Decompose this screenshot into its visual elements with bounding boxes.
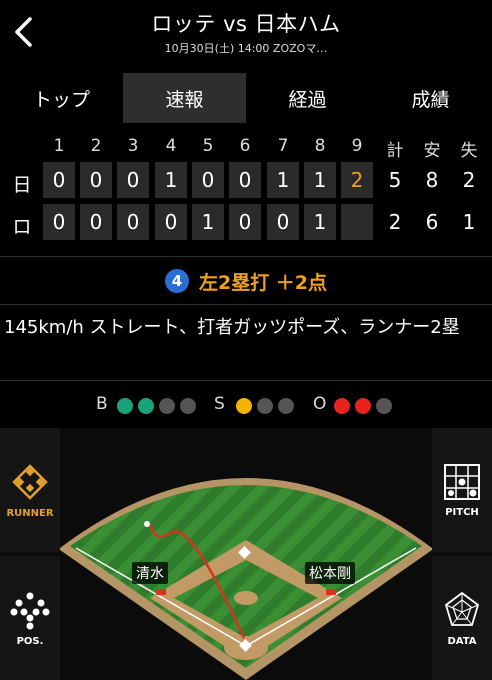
inning-score: 0 — [192, 162, 224, 198]
inning-header: 4 — [165, 136, 177, 156]
runner-label: RUNNER — [6, 507, 54, 519]
tab-bar: トップ 速報 経過 成績 — [0, 73, 492, 123]
runner-icon — [12, 463, 48, 500]
runner-button[interactable]: RUNNER — [0, 428, 60, 552]
out-dot — [355, 398, 371, 414]
inning-header: 6 — [239, 136, 251, 156]
divider — [0, 380, 492, 381]
scoreboard-header: 1 2 3 4 5 6 7 8 9 計 安 失 — [0, 136, 492, 161]
inning-score: 0 — [229, 204, 261, 240]
field-panel: RUNNER POS. PITCH DATA 清水 松本剛 — [0, 428, 492, 680]
divider — [0, 304, 492, 305]
data-button[interactable]: DATA — [432, 556, 492, 680]
strike-dot — [257, 398, 273, 414]
inning-score: 0 — [43, 204, 75, 240]
inning-score: 1 — [192, 204, 224, 240]
game-info: 10月30日(土) 14:00 ZOZOマ… — [164, 42, 328, 55]
strike-dot — [278, 398, 294, 414]
pitch-label: PITCH — [445, 506, 479, 518]
page-title: ロッテ vs 日本ハム — [151, 12, 341, 36]
inning-header: 7 — [277, 136, 289, 156]
errors-header: 失 — [460, 141, 478, 161]
out-label: O — [313, 394, 327, 414]
ball-dot — [117, 398, 133, 414]
hits-header: 安 — [423, 141, 441, 161]
inning-score: 1 — [304, 162, 336, 198]
first-base-runner-marker — [326, 589, 336, 595]
runner-name-right: 松本剛 — [305, 562, 355, 584]
divider — [0, 256, 492, 257]
tab-live[interactable]: 速報 — [123, 73, 246, 123]
inning-header: 3 — [127, 136, 139, 156]
inning-score: 1 — [267, 162, 299, 198]
play-description: 145km/h ストレート、打者ガッツポーズ、ランナー2塁 — [4, 317, 460, 338]
out-dot — [334, 398, 350, 414]
pitch-grid-icon — [444, 463, 480, 500]
total-errors: 2 — [462, 168, 476, 192]
ball-dot — [180, 398, 196, 414]
out-dot — [376, 398, 392, 414]
total-runs-header: 計 — [386, 141, 404, 161]
inning-score: 0 — [229, 162, 261, 198]
inning-score: 0 — [117, 204, 149, 240]
ball-landing — [144, 521, 150, 527]
inning-header: 1 — [53, 136, 65, 156]
header: ロッテ vs 日本ハム 10月30日(土) 14:00 ZOZOマ… — [0, 0, 492, 62]
inning-header: 8 — [314, 136, 326, 156]
total-runs: 5 — [388, 168, 402, 192]
tab-stats[interactable]: 成績 — [369, 73, 492, 123]
total-runs: 2 — [388, 210, 402, 234]
inning-score: 1 — [155, 162, 187, 198]
ball-dot — [159, 398, 175, 414]
inning-score: 0 — [267, 204, 299, 240]
tab-progress[interactable]: 経過 — [246, 73, 369, 123]
positions-button[interactable]: POS. — [0, 556, 60, 680]
pitch-button[interactable]: PITCH — [432, 428, 492, 552]
strike-label: S — [214, 394, 225, 414]
inning-score: 1 — [304, 204, 336, 240]
total-hits: 8 — [425, 168, 439, 192]
inning-score-current: 2 — [341, 162, 373, 198]
data-label: DATA — [447, 635, 477, 647]
team-label: 日 — [12, 174, 32, 196]
total-errors: 1 — [462, 210, 476, 234]
third-base-runner-marker — [156, 589, 166, 595]
inning-score: 0 — [117, 162, 149, 198]
team-label: ロ — [12, 216, 32, 238]
inning-score — [341, 204, 373, 240]
inning-header: 9 — [351, 136, 363, 156]
inning-score: 0 — [80, 204, 112, 240]
play-result: 左2塁打 ＋2点 — [198, 271, 328, 294]
play-headline: 4 左2塁打 ＋2点 — [0, 262, 492, 300]
baseball-field — [60, 478, 432, 680]
inning-header: 2 — [90, 136, 102, 156]
inning-score: 0 — [43, 162, 75, 198]
ball-dot — [138, 398, 154, 414]
inning-badge: 4 — [164, 269, 189, 293]
runner-name-left: 清水 — [132, 562, 168, 584]
ball-label: B — [96, 394, 108, 414]
score-row-lotte: ロ 0 0 0 0 1 0 0 1 2 6 1 — [0, 204, 492, 242]
inning-score: 0 — [155, 204, 187, 240]
radar-chart-icon — [444, 591, 480, 626]
strike-dot — [236, 398, 252, 414]
total-hits: 6 — [425, 210, 439, 234]
score-row-nipponham: 日 0 0 0 1 0 0 1 1 2 5 8 2 — [0, 162, 492, 200]
ball-count: B S O — [0, 392, 492, 420]
inning-header: 5 — [202, 136, 214, 156]
positions-label: POS. — [16, 635, 44, 647]
tab-top[interactable]: トップ — [0, 73, 123, 123]
positions-icon — [10, 592, 50, 629]
inning-score: 0 — [80, 162, 112, 198]
